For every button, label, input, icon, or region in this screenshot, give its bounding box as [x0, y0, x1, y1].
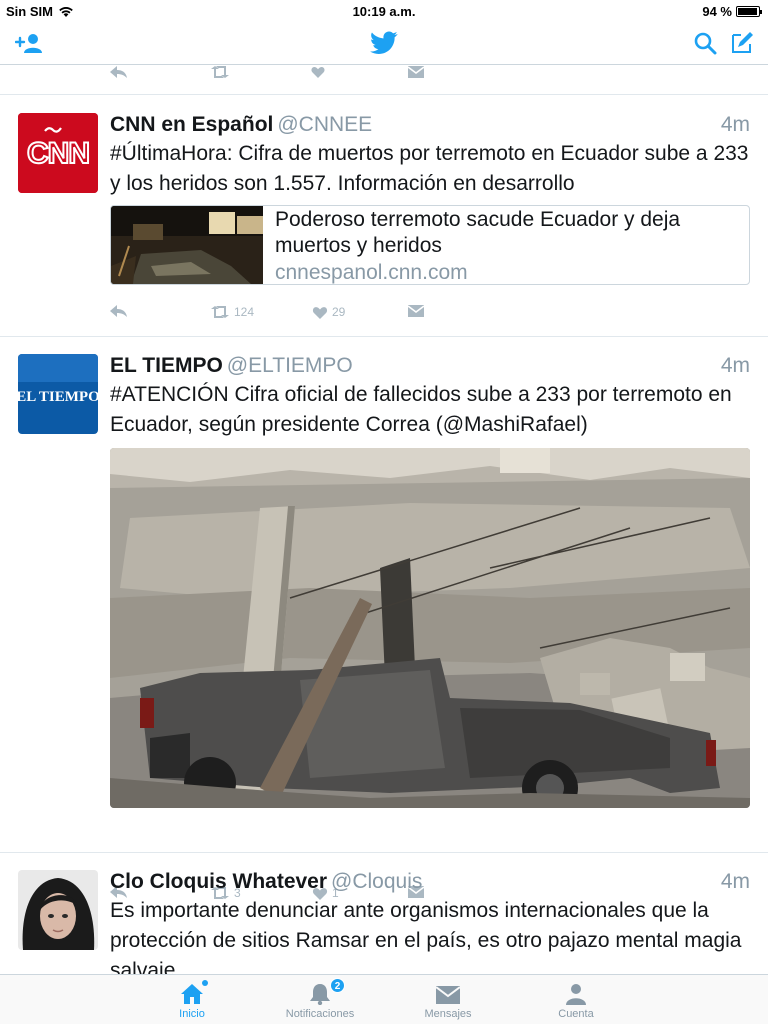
direct-message-icon	[408, 305, 424, 317]
display-name[interactable]: CNN en Español	[110, 113, 273, 136]
timestamp: 4m	[720, 354, 750, 377]
card-thumbnail	[111, 206, 263, 284]
divider	[0, 94, 768, 95]
direct-message-button[interactable]	[408, 305, 424, 317]
tab-account[interactable]: Cuenta	[512, 975, 640, 1024]
reply-button[interactable]	[110, 305, 128, 317]
svg-text:CNN: CNN	[27, 137, 89, 170]
display-name[interactable]: Clo Cloquis Whatever	[110, 870, 327, 893]
retweet-icon[interactable]	[210, 66, 230, 78]
retweet-icon	[211, 306, 229, 318]
previous-tweet-actions	[110, 66, 430, 94]
add-user-icon[interactable]	[14, 30, 44, 56]
direct-message-icon[interactable]	[408, 66, 424, 78]
battery-level	[738, 8, 757, 15]
tweet-header: Clo Cloquis Whatever @Cloquis 4m	[110, 870, 750, 898]
tweet-text[interactable]: #ÚltimaHora: Cifra de muertos por terrem…	[110, 139, 750, 199]
tweet-clo-cloquis[interactable]: Clo Cloquis Whatever @Cloquis 4m Es impor…	[0, 870, 768, 974]
tab-home-label: Inicio	[179, 1008, 205, 1020]
new-content-dot	[202, 980, 208, 986]
el-tiempo-logo: EL TIEMPO	[18, 354, 98, 434]
tweet-photo[interactable]	[110, 448, 750, 808]
notification-badge: 2	[330, 978, 345, 993]
collapsed-building-photo	[110, 448, 750, 808]
clock: 10:19 a.m.	[352, 4, 416, 19]
avatar[interactable]	[18, 870, 98, 950]
bottom-tab-bar: Inicio 2 Notificaciones Mensajes Cuenta	[0, 974, 768, 1024]
tab-home[interactable]: Inicio	[128, 975, 256, 1024]
reply-icon	[110, 305, 127, 317]
user-handle[interactable]: @ELTIEMPO	[227, 354, 353, 377]
like-icon	[312, 306, 328, 319]
tab-messages-label: Mensajes	[424, 1008, 472, 1020]
like-button[interactable]: 29	[312, 305, 345, 319]
tweet-cnn-en-espanol[interactable]: CNN CNN en Español @CNNEE 4m #ÚltimaHora:…	[0, 113, 768, 353]
avatar[interactable]: EL TIEMPO	[18, 354, 98, 434]
tweet-el-tiempo[interactable]: EL TIEMPO EL TIEMPO @ELTIEMPO 4m #ATENCIÓ…	[0, 354, 768, 900]
timestamp: 4m	[720, 113, 750, 136]
timeline[interactable]: CNN CNN en Español @CNNEE 4m #ÚltimaHora:…	[0, 66, 768, 974]
tweet-text[interactable]: #ATENCIÓN Cifra oficial de fallecidos su…	[110, 380, 750, 440]
compose-icon[interactable]	[729, 30, 755, 56]
home-icon	[181, 984, 203, 1004]
tweet-actions: 124 29	[110, 305, 440, 329]
display-name[interactable]: EL TIEMPO	[110, 354, 223, 377]
status-bar: Sin SIM 10:19 a.m. 94 %	[0, 0, 768, 22]
retweet-button[interactable]: 124	[210, 305, 254, 319]
timestamp: 4m	[720, 870, 750, 893]
tab-messages[interactable]: Mensajes	[384, 975, 512, 1024]
avatar[interactable]: CNN	[18, 113, 98, 193]
tab-account-label: Cuenta	[558, 1008, 594, 1020]
status-right: 94 %	[702, 4, 762, 19]
svg-text:EL TIEMPO: EL TIEMPO	[18, 389, 98, 405]
tweet-text[interactable]: Es importante denunciar ante organismos …	[110, 896, 750, 974]
link-card[interactable]: Poderoso terremoto sacude Ecuador y deja…	[110, 205, 750, 285]
top-nav-bar	[0, 22, 768, 65]
tweet-header: EL TIEMPO @ELTIEMPO 4m	[110, 354, 750, 382]
user-handle[interactable]: @CNNEE	[277, 113, 372, 136]
user-photo	[18, 870, 98, 950]
person-icon	[566, 984, 586, 1005]
search-icon[interactable]	[692, 30, 718, 56]
tweet-header: CNN en Español @CNNEE 4m	[110, 113, 750, 141]
tab-notifications[interactable]: 2 Notificaciones	[256, 975, 384, 1024]
like-count: 29	[332, 305, 346, 319]
battery-percent: 94 %	[702, 4, 732, 19]
card-domain: cnnespanol.cnn.com	[275, 261, 468, 284]
card-title: Poderoso terremoto sacude Ecuador y deja…	[275, 208, 681, 257]
cnn-logo: CNN	[18, 113, 98, 193]
envelope-icon	[436, 986, 460, 1004]
tab-notifications-label: Notificaciones	[285, 1008, 355, 1020]
bell-icon	[310, 984, 330, 1005]
divider	[0, 336, 768, 337]
twitter-bird-icon[interactable]	[369, 30, 399, 56]
reply-icon[interactable]	[110, 66, 128, 78]
retweet-count: 124	[234, 305, 255, 319]
divider	[0, 852, 768, 853]
battery-icon	[736, 6, 762, 17]
user-handle[interactable]: @Cloquis	[331, 870, 422, 893]
like-icon[interactable]	[310, 66, 326, 78]
